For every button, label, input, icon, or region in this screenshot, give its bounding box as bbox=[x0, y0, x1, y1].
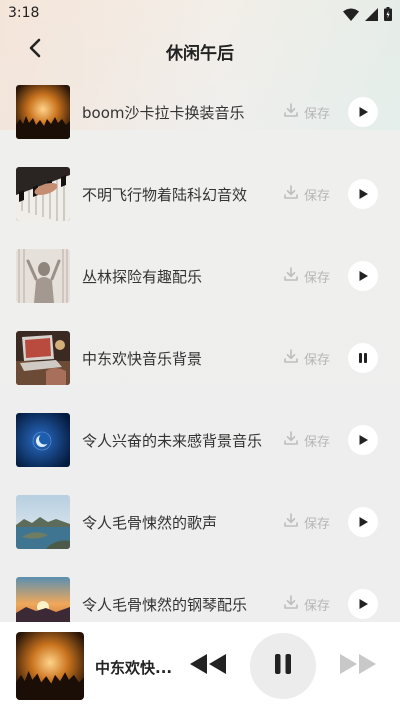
track-row[interactable]: 令人毛骨悚然的歌声 保存 bbox=[0, 480, 400, 562]
download-icon bbox=[283, 512, 299, 532]
track-cover bbox=[16, 331, 70, 385]
save-button[interactable]: 保存 bbox=[283, 184, 330, 204]
track-list: boom沙卡拉卡换装音乐 保存 不明飞行物着陆科幻音效 保存 丛林探险有趣配乐 … bbox=[0, 70, 400, 622]
play-button[interactable] bbox=[348, 261, 378, 291]
save-button[interactable]: 保存 bbox=[283, 102, 330, 122]
pause-button[interactable] bbox=[348, 343, 378, 373]
track-cover bbox=[16, 413, 70, 467]
save-label: 保存 bbox=[304, 270, 331, 286]
play-button[interactable] bbox=[348, 425, 378, 455]
track-row[interactable]: boom沙卡拉卡换装音乐 保存 bbox=[0, 70, 400, 152]
track-cover bbox=[16, 167, 70, 221]
save-button[interactable]: 保存 bbox=[283, 266, 330, 286]
save-label: 保存 bbox=[304, 352, 331, 368]
download-icon bbox=[283, 184, 299, 204]
pause-icon bbox=[357, 349, 369, 368]
fast-forward-icon bbox=[338, 654, 378, 680]
page-title: 休闲午后 bbox=[166, 44, 234, 64]
track-name: 令人毛骨悚然的歌声 bbox=[82, 514, 218, 532]
status-time: 3:18 bbox=[8, 5, 40, 21]
save-label: 保存 bbox=[304, 516, 331, 532]
signal-icon bbox=[365, 6, 378, 25]
track-row[interactable]: 令人毛骨悚然的钢琴配乐 保存 bbox=[0, 562, 400, 622]
track-cover bbox=[16, 495, 70, 549]
next-button[interactable] bbox=[338, 652, 378, 680]
save-button[interactable]: 保存 bbox=[283, 512, 330, 532]
track-cover bbox=[16, 85, 70, 139]
save-button[interactable]: 保存 bbox=[283, 348, 330, 368]
previous-button[interactable] bbox=[188, 652, 228, 680]
pause-icon bbox=[273, 653, 293, 679]
track-row[interactable]: 令人兴奋的未来感背景音乐 保存 bbox=[0, 398, 400, 480]
track-cover bbox=[16, 577, 70, 622]
play-button[interactable] bbox=[348, 589, 378, 619]
now-playing-title: 中东欢快... bbox=[95, 659, 173, 677]
save-label: 保存 bbox=[304, 106, 331, 122]
track-name: 中东欢快音乐背景 bbox=[82, 350, 203, 368]
mini-player: 中东欢快... bbox=[0, 622, 400, 711]
play-icon bbox=[357, 185, 369, 204]
play-icon bbox=[357, 431, 369, 450]
play-icon bbox=[357, 513, 369, 532]
track-name: boom沙卡拉卡换装音乐 bbox=[82, 104, 245, 122]
play-button[interactable] bbox=[348, 179, 378, 209]
play-button[interactable] bbox=[348, 97, 378, 127]
save-button[interactable]: 保存 bbox=[283, 430, 330, 450]
download-icon bbox=[283, 348, 299, 368]
track-name: 不明飞行物着陆科幻音效 bbox=[82, 186, 248, 204]
download-icon bbox=[283, 102, 299, 122]
now-playing-cover[interactable] bbox=[16, 632, 84, 700]
app-bar: 休闲午后 bbox=[0, 28, 400, 72]
track-row[interactable]: 丛林探险有趣配乐 保存 bbox=[0, 234, 400, 316]
save-label: 保存 bbox=[304, 434, 331, 450]
track-cover bbox=[16, 249, 70, 303]
rewind-icon bbox=[188, 654, 228, 680]
track-name: 令人兴奋的未来感背景音乐 bbox=[82, 432, 263, 450]
track-name: 丛林探险有趣配乐 bbox=[82, 268, 203, 286]
save-label: 保存 bbox=[304, 188, 331, 204]
save-label: 保存 bbox=[304, 598, 331, 614]
track-row[interactable]: 不明飞行物着陆科幻音效 保存 bbox=[0, 152, 400, 234]
save-button[interactable]: 保存 bbox=[283, 594, 330, 614]
download-icon bbox=[283, 594, 299, 614]
play-icon bbox=[357, 267, 369, 286]
play-icon bbox=[357, 595, 369, 614]
download-icon bbox=[283, 266, 299, 286]
wifi-icon bbox=[343, 6, 359, 25]
track-row[interactable]: 中东欢快音乐背景 保存 bbox=[0, 316, 400, 398]
battery-icon bbox=[384, 6, 392, 25]
status-bar: 3:18 bbox=[0, 0, 400, 28]
track-name: 令人毛骨悚然的钢琴配乐 bbox=[82, 596, 248, 614]
download-icon bbox=[283, 430, 299, 450]
play-icon bbox=[357, 103, 369, 122]
play-button[interactable] bbox=[348, 507, 378, 537]
play-pause-button[interactable] bbox=[250, 633, 316, 699]
